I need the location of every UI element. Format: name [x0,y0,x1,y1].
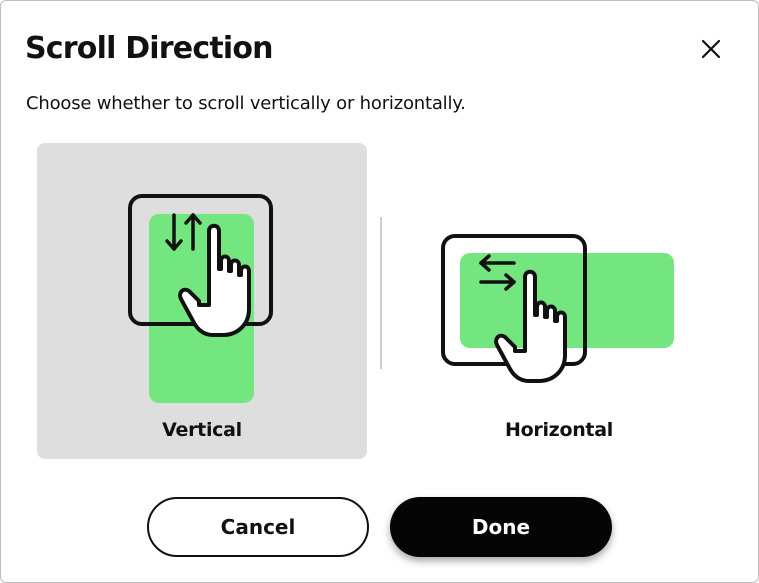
cancel-button[interactable]: Cancel [147,497,369,557]
close-button[interactable] [693,31,729,67]
close-icon [701,39,721,59]
options-divider [380,217,382,369]
option-horizontal-label: Horizontal [505,419,613,441]
option-vertical[interactable]: Vertical [37,143,367,459]
scroll-direction-dialog: Scroll Direction Choose whether to scrol… [0,0,759,583]
done-button[interactable]: Done [390,497,612,557]
dialog-title: Scroll Direction [25,31,274,66]
vertical-scroll-gesture-icon [128,194,273,403]
option-horizontal[interactable]: Horizontal [394,143,724,459]
dialog-subtitle: Choose whether to scroll vertically or h… [26,93,466,114]
option-vertical-label: Vertical [162,419,242,441]
horizontal-scroll-gesture-icon [441,234,674,383]
